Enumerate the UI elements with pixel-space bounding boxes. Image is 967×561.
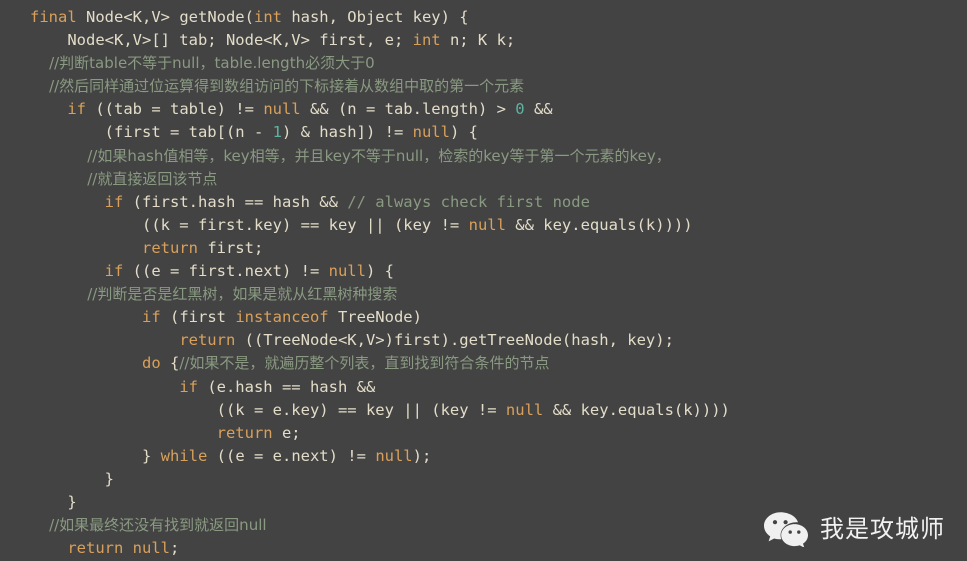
code-token: ((k = first.key) == key || (key != [30,215,469,234]
code-token: final [30,8,77,26]
code-token: //然后同样通过位运算得到数组访问的下标接着从数组中取的第一个元素 [30,77,525,96]
code-line: //如果hash值相等，key相等，并且key不等于null，检索的key等于第… [0,145,967,168]
code-line: //然后同样通过位运算得到数组访问的下标接着从数组中取的第一个元素 [0,75,967,98]
code-token: null [375,446,413,465]
code-line: return first; [0,237,967,260]
code-token: // always check first node [347,192,590,211]
code-token: 0 [515,100,525,119]
code-token: //如果最终还没有找到就返回null [30,516,267,535]
code-token: do [141,354,161,373]
code-line: //判断table不等于null，table.length必须大于0 [0,52,967,75]
code-line: ((k = e.key) == key || (key != null && k… [0,399,967,422]
code-line: if ((e = first.next) != null) { [0,260,967,283]
code-line: Node<K,V>[] tab; Node<K,V> first, e; int… [0,29,967,52]
code-line: (first = tab[(n - 1) & hash]) != null) { [0,121,967,144]
code-line: return ((TreeNode<K,V>)first).getTreeNod… [0,329,967,352]
code-token: ; [170,539,180,558]
code-token: instanceof [235,308,329,327]
code-token: if [104,192,124,211]
code-token: //就直接返回该节点 [30,169,218,188]
code-token: return [141,238,198,257]
code-token: //如果hash值相等，key相等，并且key不等于null，检索的key等于第… [30,146,671,165]
code-token: (e.hash == hash && [197,377,376,396]
code-token: 1 [272,123,282,142]
code-token: //判断table不等于null，table.length必须大于0 [30,54,375,73]
code-token: null [263,100,301,119]
code-token: ((e = first.next) != [123,262,329,281]
code-token: { [160,354,180,373]
code-line: ((k = first.key) == key || (key != null … [0,214,967,237]
code-line: //判断是否是红黑树，如果是就从红黑树种搜索 [0,283,967,306]
code-token: while [160,446,208,465]
code-token: null [412,123,450,142]
code-token: null [328,262,366,281]
code-line: if (e.hash == hash && [0,376,967,399]
code-token: if [104,262,124,281]
code-token: return [67,539,124,558]
code-token: first; [197,238,264,257]
watermark: 我是攻城师 [763,511,945,547]
code-token: int [412,31,441,50]
code-line: } while ((e = e.next) != null); [0,445,967,468]
code-token: hash, Object key) { [281,8,469,26]
code-token: if [67,100,86,119]
code-line: return e; [0,422,967,445]
code-token: null [468,215,506,234]
wechat-icon [763,511,809,547]
code-line: //就直接返回该节点 [0,168,967,191]
code-token: && (n = tab.length) > [300,100,516,119]
code-line: if ((tab = table) != null && (n = tab.le… [0,98,967,121]
code-token: return [179,331,236,350]
code-screenshot: final Node<K,V> getNode(int hash, Object… [0,0,967,561]
code-token: && [524,100,553,119]
code-token: && key.equals(k)))) [505,215,693,234]
code-token: (first.hash == hash && [123,192,348,211]
code-token: ); [412,446,432,465]
code-token: if [179,377,198,396]
code-block: final Node<K,V> getNode(int hash, Object… [0,0,967,561]
code-line: if (first instanceof TreeNode) [0,306,967,329]
code-token: e; [272,423,301,442]
code-token: int [253,8,282,26]
code-token: (first [160,308,236,327]
code-token: null [132,539,170,558]
code-token: null [505,400,544,419]
code-line: do {//如果不是，就遍历整个列表，直到找到符合条件的节点 [0,352,967,375]
code-line: if (first.hash == hash && // always chec… [0,191,967,214]
code-token: return [216,423,273,442]
code-token: } [30,469,114,488]
code-token: //判断是否是红黑树，如果是就从红黑树种搜索 [30,285,398,304]
code-token: n; K k; [440,31,516,50]
code-line: } [0,468,967,491]
code-token: if [141,308,161,327]
code-token: TreeNode) [328,308,422,327]
code-token: //如果不是，就遍历整个列表，直到找到符合条件的节点 [179,354,550,373]
code-token: } [30,492,77,511]
code-token: (first = tab[(n - [30,123,273,142]
code-line: final Node<K,V> getNode(int hash, Object… [0,6,967,29]
code-token: ) & hash]) != [281,123,413,142]
code-token: Node<K,V>[] tab; Node<K,V> first, e; [30,31,413,50]
code-token: ((tab = table) != [86,100,264,119]
code-token: ) { [365,262,394,281]
watermark-account-name: 我是攻城师 [820,515,945,543]
code-token: } [30,446,161,465]
code-token: ((TreeNode<K,V>)first).getTreeNode(hash,… [235,331,674,350]
code-token: ((e = e.next) != [207,446,376,465]
code-token: ) { [449,123,478,142]
code-token: ((k = e.key) == key || (key != [30,400,506,419]
code-token: && key.equals(k)))) [543,400,730,419]
code-token: Node<K,V> getNode( [76,8,254,26]
